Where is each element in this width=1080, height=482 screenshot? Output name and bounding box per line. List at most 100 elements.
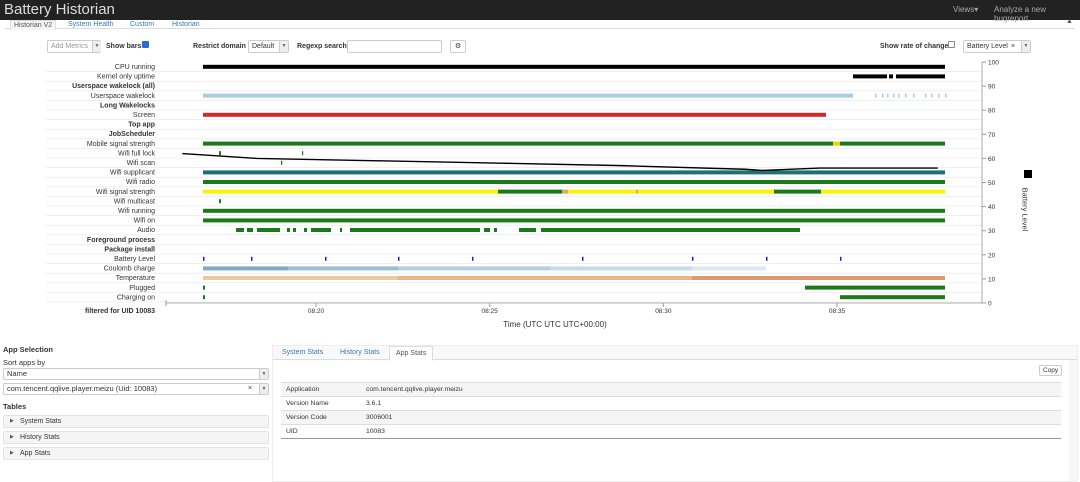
tab-app-stats[interactable]: App Stats — [389, 346, 434, 361]
audio-bar — [236, 228, 244, 232]
right-axis-title: Battery Level — [1020, 187, 1030, 232]
timeline-chart: CPU running Kernel only uptime Userspace w… — [46, 60, 999, 315]
row-label: JobScheduler — [109, 131, 156, 138]
coulomb-charge-bar — [550, 266, 692, 271]
userspace-wakelock-tick — [931, 93, 933, 98]
x-tick-label: 08:35 — [829, 308, 846, 315]
table-history-stats[interactable]: ▶ History Stats — [3, 431, 269, 444]
chevron-right-icon: ▶ — [10, 418, 14, 424]
charging-tick — [203, 295, 205, 300]
clear-icon[interactable]: × — [248, 384, 252, 394]
wifi-signal-bar — [636, 189, 638, 194]
tables-title: Tables — [3, 402, 27, 411]
y-tick-label: 30 — [988, 228, 996, 235]
row-label: Battery Level — [114, 256, 155, 263]
kernel-uptime-bar — [889, 74, 893, 79]
userspace-wakelock-tick — [887, 93, 889, 98]
userspace-wakelock-tick — [945, 93, 947, 98]
y-tick-label: 40 — [988, 204, 996, 211]
table-row: Application com.tencent.qqlive.player.me… — [281, 382, 1061, 397]
y-tick-label: 60 — [988, 156, 996, 163]
stats-tab-strip: System Stats History Stats App Stats — [273, 346, 1077, 361]
mobile-signal-bar — [833, 141, 840, 146]
sort-select[interactable]: Name ▼ — [3, 368, 269, 380]
row-value: 3.6.1 — [361, 396, 1061, 411]
x-tick-label: 08:30 — [655, 308, 672, 315]
row-value: 10083 — [361, 424, 1061, 439]
y-tick-label: 70 — [988, 132, 996, 139]
coulomb-charge-bar — [692, 266, 766, 271]
userspace-wakelock-tick — [913, 93, 915, 98]
table-row: Version Name 3.6.1 — [281, 396, 1061, 411]
row-label: Package install — [104, 246, 155, 253]
userspace-wakelock-tick — [875, 93, 877, 98]
coulomb-charge-bar — [288, 266, 398, 271]
userspace-wakelock-tick — [925, 93, 927, 98]
stats-scrollbar[interactable] — [1069, 360, 1077, 481]
kernel-uptime-bar — [853, 74, 887, 79]
row-key: Version Name — [281, 396, 361, 411]
battery-level-line — [182, 152, 938, 172]
battery-level-tick — [766, 256, 768, 261]
chevron-right-icon: ▶ — [10, 434, 14, 440]
wifi-signal-bar — [562, 189, 568, 194]
row-value: com.tencent.qqlive.player.meizu — [361, 382, 1061, 397]
app-select-value: com.tencent.qqlive.player.meizu (Uid: 10… — [7, 384, 158, 393]
row-label: Long Wakelocks — [100, 102, 155, 109]
y-tick-label: 0 — [988, 301, 992, 308]
sort-select-value: Name — [7, 369, 28, 378]
plugged-tick — [203, 285, 205, 290]
battery-level-tick — [325, 256, 327, 261]
tab-history-stats[interactable]: History Stats — [334, 346, 386, 360]
table-system-stats[interactable]: ▶ System Stats — [3, 415, 269, 428]
row-label: Wifi radio — [126, 179, 155, 186]
row-value: 3006001 — [361, 410, 1061, 425]
row-label: Userspace wakelock — [91, 93, 156, 100]
wifi-lock-tick — [219, 151, 221, 156]
row-label: Wifi multicast — [114, 198, 155, 205]
row-label: Screen — [133, 112, 155, 119]
wifi-scan-tick — [281, 160, 283, 165]
row-label: Plugged — [129, 285, 155, 292]
screen-bar — [203, 112, 826, 117]
tab-system-stats[interactable]: System Stats — [276, 346, 329, 360]
wifi-lock-tick — [302, 151, 304, 156]
y-tick-label: 20 — [988, 252, 996, 259]
audio-bar — [350, 228, 480, 232]
audio-bar — [340, 228, 342, 232]
app-select[interactable]: com.tencent.qqlive.player.meizu (Uid: 10… — [3, 383, 269, 395]
row-label: Coulomb charge — [104, 266, 155, 273]
table-label: App Stats — [20, 450, 51, 457]
row-key: Version Code — [281, 410, 361, 425]
battery-level-tick — [582, 256, 584, 261]
audio-bar — [484, 228, 490, 232]
audio-bar — [519, 228, 536, 232]
userspace-wakelock-tick — [905, 93, 907, 98]
copy-button[interactable]: Copy — [1039, 365, 1063, 376]
mobile-signal-bar — [203, 141, 833, 146]
row-label: Mobile signal strength — [87, 141, 155, 148]
wifi-signal-bar — [774, 189, 821, 194]
x-tick-label: 08:25 — [482, 308, 499, 315]
chevron-down-icon: ▼ — [259, 369, 268, 379]
x-axis-title: Time (UTC UTC UTC+00:00) — [503, 320, 607, 329]
row-label: Wifi on — [134, 218, 156, 225]
audio-bar — [494, 228, 497, 232]
temperature-bar — [203, 276, 398, 280]
stats-panel: System Stats History Stats App Stats Cop… — [272, 345, 1078, 482]
audio-bar — [287, 228, 290, 232]
app-selection-panel: App Selection Sort apps by Name ▼ com.te… — [0, 345, 270, 482]
wifi-running-bar — [203, 208, 945, 213]
temperature-bar — [398, 276, 692, 280]
battery-level-tick — [472, 256, 474, 261]
audio-bar — [247, 228, 253, 232]
audio-bar — [304, 228, 307, 232]
table-app-stats[interactable]: ▶ App Stats — [3, 447, 269, 460]
y-tick-label: 10 — [988, 276, 996, 283]
chevron-right-icon: ▶ — [10, 450, 14, 456]
row-key: Application — [281, 382, 361, 397]
row-label: Foreground process — [87, 237, 155, 244]
y-tick-label: 100 — [988, 60, 999, 67]
userspace-wakelock-tick — [882, 93, 884, 98]
wifi-supplicant-bar — [203, 170, 945, 175]
